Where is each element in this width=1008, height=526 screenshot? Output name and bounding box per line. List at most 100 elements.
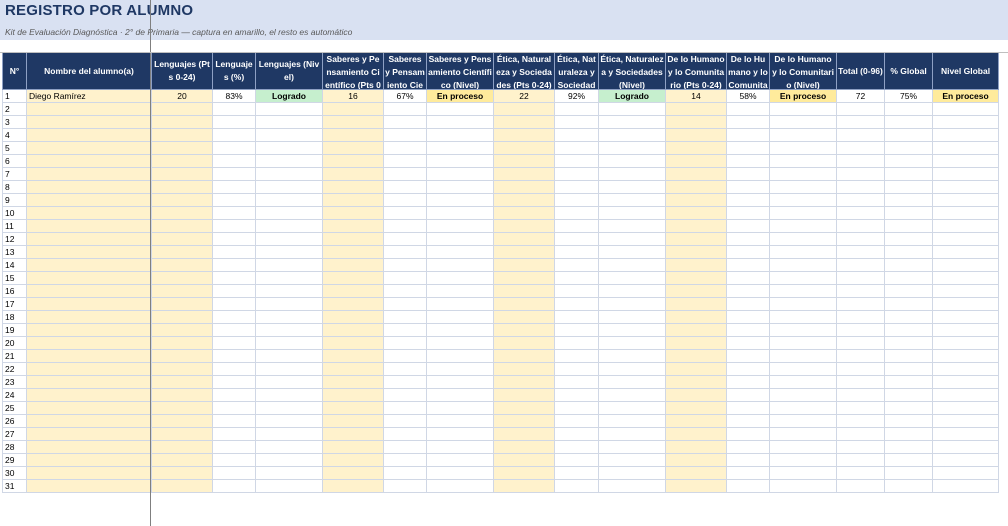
- grid-cell[interactable]: [493, 193, 555, 207]
- grid-cell[interactable]: [769, 180, 837, 194]
- grid-cell[interactable]: [665, 115, 727, 129]
- grid-cell[interactable]: [255, 336, 323, 350]
- column-header[interactable]: N°: [2, 52, 27, 90]
- grid-cell[interactable]: [493, 102, 555, 116]
- grid-cell[interactable]: [665, 453, 727, 467]
- grid-cell[interactable]: [769, 388, 837, 402]
- column-header[interactable]: Ética, Naturaleza y Sociedades (Pts 0-24…: [493, 52, 555, 90]
- grid-cell[interactable]: [665, 206, 727, 220]
- grid-cell[interactable]: [932, 102, 999, 116]
- grid-cell[interactable]: [212, 466, 256, 480]
- student-name-cell[interactable]: [26, 115, 152, 129]
- grid-cell[interactable]: [598, 362, 666, 376]
- grid-cell[interactable]: [726, 115, 770, 129]
- grid-cell[interactable]: [598, 479, 666, 493]
- grid-cell[interactable]: [426, 362, 494, 376]
- student-name-cell[interactable]: [26, 336, 152, 350]
- grid-cell[interactable]: [255, 375, 323, 389]
- grid-cell[interactable]: [726, 466, 770, 480]
- grid-cell[interactable]: [665, 349, 727, 363]
- column-header[interactable]: Ética, Naturaleza y Sociedades (%): [554, 52, 599, 90]
- student-name-cell[interactable]: [26, 193, 152, 207]
- grid-cell[interactable]: [212, 453, 256, 467]
- grid-cell[interactable]: [426, 141, 494, 155]
- grid-cell[interactable]: [426, 128, 494, 142]
- grid-cell[interactable]: [493, 180, 555, 194]
- grid-cell[interactable]: [836, 128, 885, 142]
- grid-cell[interactable]: [769, 219, 837, 233]
- grid-cell[interactable]: 16: [322, 89, 384, 103]
- grid-cell[interactable]: [932, 271, 999, 285]
- grid-cell[interactable]: [665, 414, 727, 428]
- grid-cell[interactable]: [255, 401, 323, 415]
- grid-cell[interactable]: [493, 440, 555, 454]
- grid-cell[interactable]: [554, 154, 599, 168]
- student-name-cell[interactable]: [26, 440, 152, 454]
- grid-cell[interactable]: [836, 154, 885, 168]
- grid-cell[interactable]: [426, 284, 494, 298]
- grid-cell[interactable]: [769, 167, 837, 181]
- grid-cell[interactable]: [426, 323, 494, 337]
- grid-cell[interactable]: [151, 102, 213, 116]
- grid-cell[interactable]: [836, 219, 885, 233]
- grid-cell[interactable]: [151, 284, 213, 298]
- grid-cell[interactable]: [769, 154, 837, 168]
- grid-cell[interactable]: [932, 349, 999, 363]
- student-name-cell[interactable]: [26, 206, 152, 220]
- student-name-cell[interactable]: [26, 297, 152, 311]
- grid-cell[interactable]: [726, 323, 770, 337]
- grid-cell[interactable]: [932, 128, 999, 142]
- grid-cell[interactable]: 20: [151, 89, 213, 103]
- grid-cell[interactable]: [836, 349, 885, 363]
- grid-cell[interactable]: [255, 219, 323, 233]
- grid-cell[interactable]: [493, 375, 555, 389]
- grid-cell[interactable]: [598, 310, 666, 324]
- grid-cell[interactable]: [322, 401, 384, 415]
- grid-cell[interactable]: [426, 245, 494, 259]
- grid-cell[interactable]: [665, 401, 727, 415]
- grid-cell[interactable]: [598, 219, 666, 233]
- grid-cell[interactable]: [493, 206, 555, 220]
- grid-cell[interactable]: [932, 258, 999, 272]
- grid-cell[interactable]: [598, 232, 666, 246]
- grid-cell[interactable]: [493, 336, 555, 350]
- grid-cell[interactable]: [884, 193, 933, 207]
- grid-cell[interactable]: [151, 258, 213, 272]
- grid-cell[interactable]: [493, 362, 555, 376]
- grid-cell[interactable]: [665, 479, 727, 493]
- grid-cell[interactable]: [212, 284, 256, 298]
- grid-cell[interactable]: [836, 284, 885, 298]
- grid-cell[interactable]: [665, 180, 727, 194]
- grid-cell[interactable]: [383, 479, 427, 493]
- grid-cell[interactable]: [884, 180, 933, 194]
- grid-cell[interactable]: [322, 453, 384, 467]
- student-name-cell[interactable]: [26, 323, 152, 337]
- grid-cell[interactable]: [212, 297, 256, 311]
- student-name-cell[interactable]: [26, 232, 152, 246]
- grid-cell[interactable]: [932, 427, 999, 441]
- grid-cell[interactable]: [726, 128, 770, 142]
- grid-cell[interactable]: [212, 128, 256, 142]
- grid-cell[interactable]: [426, 219, 494, 233]
- grid-cell[interactable]: [932, 388, 999, 402]
- grid-cell[interactable]: [322, 362, 384, 376]
- grid-cell[interactable]: [665, 258, 727, 272]
- grid-cell[interactable]: [726, 440, 770, 454]
- grid-cell[interactable]: [836, 297, 885, 311]
- grid-cell[interactable]: [598, 401, 666, 415]
- grid-cell[interactable]: [836, 401, 885, 415]
- grid-cell[interactable]: [151, 440, 213, 454]
- grid-cell[interactable]: [383, 297, 427, 311]
- student-name-cell[interactable]: [26, 479, 152, 493]
- student-name-cell[interactable]: [26, 102, 152, 116]
- student-name-cell[interactable]: [26, 362, 152, 376]
- grid-cell[interactable]: [426, 258, 494, 272]
- grid-cell[interactable]: [426, 336, 494, 350]
- grid-cell[interactable]: [151, 193, 213, 207]
- grid-cell[interactable]: [932, 167, 999, 181]
- grid-cell[interactable]: [255, 193, 323, 207]
- grid-cell[interactable]: [426, 297, 494, 311]
- grid-cell[interactable]: [554, 128, 599, 142]
- grid-cell[interactable]: [212, 375, 256, 389]
- grid-cell[interactable]: [151, 362, 213, 376]
